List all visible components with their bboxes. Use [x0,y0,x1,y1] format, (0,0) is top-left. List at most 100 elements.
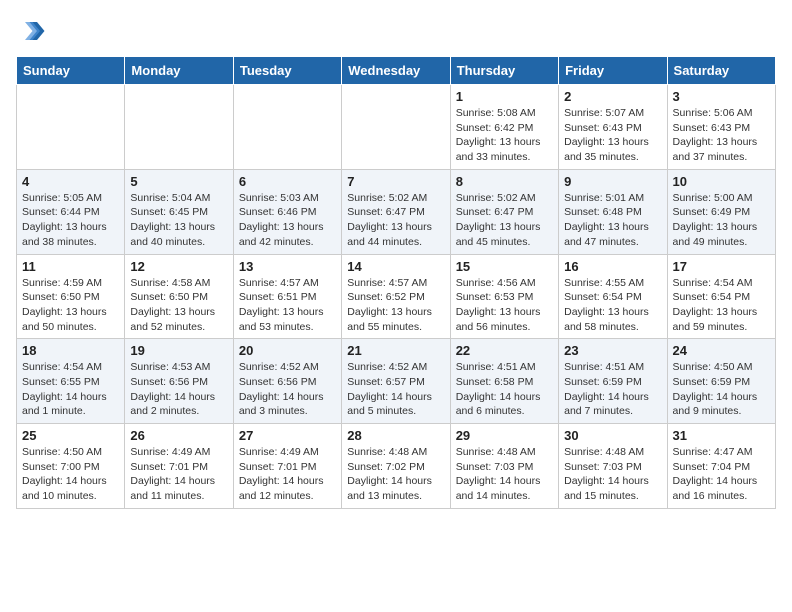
day-info: Sunrise: 4:50 AM Sunset: 6:59 PM Dayligh… [673,360,770,419]
calendar-week-5: 25 Sunrise: 4:50 AM Sunset: 7:00 PM Dayli… [17,424,776,509]
day-number: 31 [673,428,770,443]
logo [16,16,50,46]
calendar-cell: 15 Sunrise: 4:56 AM Sunset: 6:53 PM Dayli… [450,254,558,339]
calendar-cell: 28 Sunrise: 4:48 AM Sunset: 7:02 PM Dayli… [342,424,450,509]
calendar-week-1: 1 Sunrise: 5:08 AM Sunset: 6:42 PM Daylig… [17,85,776,170]
day-number: 1 [456,89,553,104]
calendar-cell: 10 Sunrise: 5:00 AM Sunset: 6:49 PM Dayli… [667,169,775,254]
day-number: 30 [564,428,661,443]
calendar-cell: 14 Sunrise: 4:57 AM Sunset: 6:52 PM Dayli… [342,254,450,339]
day-number: 17 [673,259,770,274]
calendar-cell: 8 Sunrise: 5:02 AM Sunset: 6:47 PM Daylig… [450,169,558,254]
calendar-cell: 22Sunrise: 4:51 AM Sunset: 6:58 PM Dayli… [450,339,558,424]
day-number: 24 [673,343,770,358]
calendar-cell: 5 Sunrise: 5:04 AM Sunset: 6:45 PM Daylig… [125,169,233,254]
day-number: 13 [239,259,336,274]
calendar-cell: 21Sunrise: 4:52 AM Sunset: 6:57 PM Dayli… [342,339,450,424]
day-info: Sunrise: 4:50 AM Sunset: 7:00 PM Dayligh… [22,445,119,504]
day-number: 8 [456,174,553,189]
calendar-cell: 24 Sunrise: 4:50 AM Sunset: 6:59 PM Dayli… [667,339,775,424]
calendar-cell [233,85,341,170]
calendar-cell: 4Sunrise: 5:05 AM Sunset: 6:44 PM Daylig… [17,169,125,254]
day-number: 19 [130,343,227,358]
day-number: 23 [564,343,661,358]
day-info: Sunrise: 5:02 AM Sunset: 6:47 PM Dayligh… [456,191,553,250]
day-info: Sunrise: 5:00 AM Sunset: 6:49 PM Dayligh… [673,191,770,250]
day-number: 20 [239,343,336,358]
day-number: 18 [22,343,119,358]
calendar-cell: 16Sunrise: 4:55 AM Sunset: 6:54 PM Dayli… [559,254,667,339]
calendar-cell: 20Sunrise: 4:52 AM Sunset: 6:56 PM Dayli… [233,339,341,424]
day-info: Sunrise: 4:48 AM Sunset: 7:02 PM Dayligh… [347,445,444,504]
weekday-header-thursday: Thursday [450,57,558,85]
calendar-cell: 18Sunrise: 4:54 AM Sunset: 6:55 PM Dayli… [17,339,125,424]
day-info: Sunrise: 4:54 AM Sunset: 6:54 PM Dayligh… [673,276,770,335]
day-number: 14 [347,259,444,274]
day-info: Sunrise: 4:49 AM Sunset: 7:01 PM Dayligh… [130,445,227,504]
weekday-header-friday: Friday [559,57,667,85]
day-info: Sunrise: 4:53 AM Sunset: 6:56 PM Dayligh… [130,360,227,419]
weekday-header-saturday: Saturday [667,57,775,85]
day-info: Sunrise: 4:57 AM Sunset: 6:52 PM Dayligh… [347,276,444,335]
day-info: Sunrise: 5:04 AM Sunset: 6:45 PM Dayligh… [130,191,227,250]
day-number: 5 [130,174,227,189]
day-number: 3 [673,89,770,104]
day-info: Sunrise: 4:56 AM Sunset: 6:53 PM Dayligh… [456,276,553,335]
day-number: 26 [130,428,227,443]
calendar-cell: 13Sunrise: 4:57 AM Sunset: 6:51 PM Dayli… [233,254,341,339]
calendar-cell: 11 Sunrise: 4:59 AM Sunset: 6:50 PM Dayli… [17,254,125,339]
day-info: Sunrise: 4:48 AM Sunset: 7:03 PM Dayligh… [456,445,553,504]
day-number: 10 [673,174,770,189]
calendar-cell [342,85,450,170]
weekday-header-tuesday: Tuesday [233,57,341,85]
day-number: 25 [22,428,119,443]
calendar-week-4: 18Sunrise: 4:54 AM Sunset: 6:55 PM Dayli… [17,339,776,424]
weekday-header-wednesday: Wednesday [342,57,450,85]
calendar-cell: 30 Sunrise: 4:48 AM Sunset: 7:03 PM Dayli… [559,424,667,509]
day-number: 22 [456,343,553,358]
calendar-cell: 12Sunrise: 4:58 AM Sunset: 6:50 PM Dayli… [125,254,233,339]
day-number: 2 [564,89,661,104]
day-info: Sunrise: 4:48 AM Sunset: 7:03 PM Dayligh… [564,445,661,504]
day-number: 28 [347,428,444,443]
day-info: Sunrise: 4:47 AM Sunset: 7:04 PM Dayligh… [673,445,770,504]
day-info: Sunrise: 5:08 AM Sunset: 6:42 PM Dayligh… [456,106,553,165]
calendar-cell: 19 Sunrise: 4:53 AM Sunset: 6:56 PM Dayli… [125,339,233,424]
calendar-cell: 2 Sunrise: 5:07 AM Sunset: 6:43 PM Daylig… [559,85,667,170]
calendar-cell: 17 Sunrise: 4:54 AM Sunset: 6:54 PM Dayli… [667,254,775,339]
calendar-cell: 29 Sunrise: 4:48 AM Sunset: 7:03 PM Dayli… [450,424,558,509]
calendar-table: SundayMondayTuesdayWednesdayThursdayFrid… [16,56,776,509]
day-number: 6 [239,174,336,189]
day-info: Sunrise: 5:07 AM Sunset: 6:43 PM Dayligh… [564,106,661,165]
calendar-cell: 6 Sunrise: 5:03 AM Sunset: 6:46 PM Daylig… [233,169,341,254]
day-info: Sunrise: 5:01 AM Sunset: 6:48 PM Dayligh… [564,191,661,250]
day-number: 29 [456,428,553,443]
calendar-week-2: 4Sunrise: 5:05 AM Sunset: 6:44 PM Daylig… [17,169,776,254]
calendar-header-row: SundayMondayTuesdayWednesdayThursdayFrid… [17,57,776,85]
day-info: Sunrise: 4:49 AM Sunset: 7:01 PM Dayligh… [239,445,336,504]
calendar-cell: 1 Sunrise: 5:08 AM Sunset: 6:42 PM Daylig… [450,85,558,170]
weekday-header-sunday: Sunday [17,57,125,85]
calendar-cell: 23 Sunrise: 4:51 AM Sunset: 6:59 PM Dayli… [559,339,667,424]
day-number: 12 [130,259,227,274]
day-number: 9 [564,174,661,189]
day-number: 4 [22,174,119,189]
day-number: 11 [22,259,119,274]
day-info: Sunrise: 4:59 AM Sunset: 6:50 PM Dayligh… [22,276,119,335]
calendar-cell: 31 Sunrise: 4:47 AM Sunset: 7:04 PM Dayli… [667,424,775,509]
calendar-cell [17,85,125,170]
calendar-cell: 3Sunrise: 5:06 AM Sunset: 6:43 PM Daylig… [667,85,775,170]
calendar-body: 1 Sunrise: 5:08 AM Sunset: 6:42 PM Daylig… [17,85,776,509]
day-info: Sunrise: 4:52 AM Sunset: 6:57 PM Dayligh… [347,360,444,419]
day-number: 7 [347,174,444,189]
day-info: Sunrise: 4:51 AM Sunset: 6:59 PM Dayligh… [564,360,661,419]
day-number: 27 [239,428,336,443]
day-number: 15 [456,259,553,274]
day-info: Sunrise: 5:03 AM Sunset: 6:46 PM Dayligh… [239,191,336,250]
calendar-cell: 26 Sunrise: 4:49 AM Sunset: 7:01 PM Dayli… [125,424,233,509]
calendar-week-3: 11 Sunrise: 4:59 AM Sunset: 6:50 PM Dayli… [17,254,776,339]
calendar-cell [125,85,233,170]
logo-icon [16,16,46,46]
calendar-cell: 25 Sunrise: 4:50 AM Sunset: 7:00 PM Dayli… [17,424,125,509]
calendar-cell: 9 Sunrise: 5:01 AM Sunset: 6:48 PM Daylig… [559,169,667,254]
